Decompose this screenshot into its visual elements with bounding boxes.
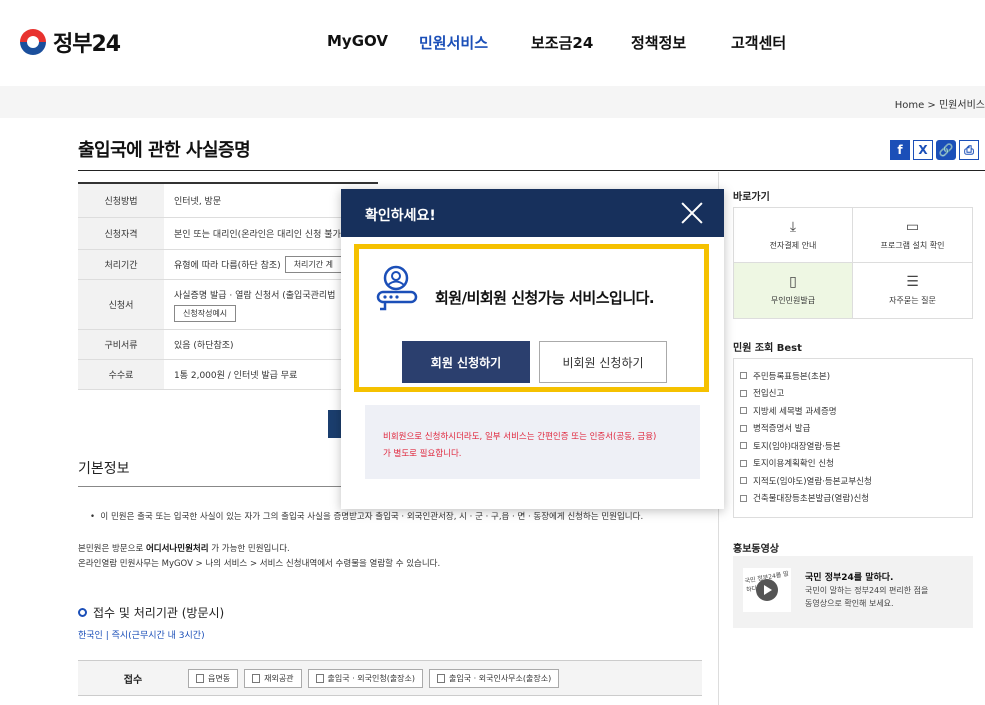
notice-message: 회원/비회원 신청가능 서비스입니다. — [435, 289, 655, 307]
table-row: 구비서류 있음 (하단참조) — [78, 330, 378, 360]
list-item[interactable]: 주민등록표등본(초본) — [740, 367, 966, 385]
quick-link-faq[interactable]: ☰ 자주묻는 질문 — [853, 263, 972, 318]
video-title: 홍보동영상 — [733, 544, 779, 555]
download-icon: ⤓ — [789, 218, 797, 235]
document-icon — [740, 477, 747, 485]
list-item[interactable]: 건축물대장등초본발급(열람)신청 — [740, 490, 966, 508]
quick-links: ⤓ 전자결제 안내 ▭ 프로그램 설치 확인 ▯ 무인민원발급 ☰ 자주묻는 질… — [733, 207, 973, 319]
site-header: 정부24 MyGOV 민원서비스 보조금24 정책정보 고객센터 — [0, 0, 985, 86]
link-icon[interactable]: 🔗 — [936, 140, 956, 160]
share-buttons: f X 🔗 ⎙ — [890, 140, 979, 160]
nav-subsidy[interactable]: 보조금24 — [531, 32, 593, 53]
table-row: 신청자격 본인 또는 대리인(온라인은 대리인 신청 불가 — [78, 218, 378, 250]
nav-policy[interactable]: 정책정보 — [631, 32, 686, 53]
auth-warning: 비회원으로 신청하시더라도, 일부 서비스는 간편인증 또는 인증서(공동, 금… — [365, 405, 700, 479]
basic-info-title: 기본정보 — [78, 461, 130, 477]
info-table: 신청방법 인터넷, 방문 신청자격 본인 또는 대리인(온라인은 대리인 신청 … — [78, 182, 378, 390]
row-label: 처리기간 — [78, 250, 164, 279]
page-title: 출입국에 관한 사실증명 — [78, 140, 251, 161]
reception-label: 접수 — [123, 674, 143, 686]
member-user-icon — [376, 265, 418, 311]
row-value: 있음 (하단참조) — [174, 341, 234, 351]
faq-icon: ☰ — [906, 274, 919, 290]
building-icon — [252, 673, 261, 683]
row-label: 구비서류 — [78, 330, 164, 359]
row-label: 수수료 — [78, 360, 164, 389]
processing-time-button[interactable]: 처리기간 계 — [284, 256, 343, 273]
nav-customer-center[interactable]: 고객센터 — [731, 32, 786, 53]
reception-chip[interactable]: 읍면동 — [188, 668, 239, 688]
building-icon — [437, 673, 446, 683]
list-item[interactable]: 토지이용계획확인 신청 — [740, 455, 966, 473]
row-value: 유형에 따라 다름(하단 참조) — [174, 261, 281, 271]
basic-info-paragraph: 본민원은 방문으로 어디서나민원처리 가 가능한 민원입니다. 온라인열람 민원… — [78, 544, 441, 569]
table-row: 신청서 사실증명 발급 · 열람 신청서 (출입국관리법 신청작성예시 — [78, 280, 378, 330]
document-icon — [740, 442, 747, 450]
facebook-icon[interactable]: f — [890, 140, 910, 160]
list-item[interactable]: 지적도(임야도)열람·등본교부신청 — [740, 472, 966, 490]
guest-apply-button[interactable]: 비회원 신청하기 — [539, 341, 667, 383]
print-icon[interactable]: ⎙ — [959, 140, 979, 160]
modal-header: 확인하세요! — [341, 189, 724, 237]
play-icon[interactable] — [756, 579, 778, 601]
document-icon — [740, 407, 747, 415]
form-example-button[interactable]: 신청작성예시 — [174, 304, 237, 322]
quick-link-payment[interactable]: ⤓ 전자결제 안내 — [734, 208, 853, 263]
nav-civil-service[interactable]: 민원서비스 — [419, 32, 488, 53]
video-description: 국민이 말하는 정부24의 편리한 점을 동영상으로 확인해 보세요. — [805, 586, 929, 608]
reception-chip[interactable]: 출입국 · 외국인사무소(출장소) — [429, 668, 560, 688]
table-row: 처리기간 유형에 따라 다름(하단 참조) 처리기간 계 — [78, 250, 378, 280]
title-divider — [78, 170, 985, 171]
reception-chip[interactable]: 재외공관 — [244, 668, 302, 688]
building-icon — [196, 673, 204, 683]
quick-link-program-check[interactable]: ▭ 프로그램 설치 확인 — [853, 208, 972, 263]
document-icon — [740, 459, 747, 467]
building-icon — [315, 673, 324, 683]
member-notice: 회원/비회원 신청가능 서비스입니다. 회원 신청하기 비회원 신청하기 — [354, 244, 709, 392]
modal-title: 확인하세요! — [365, 208, 436, 224]
document-icon — [740, 389, 747, 397]
row-label: 신청서 — [78, 280, 164, 329]
row-label: 신청자격 — [78, 218, 164, 249]
monitor-icon: ▭ — [905, 218, 920, 235]
breadcrumb[interactable]: Home > 민원서비스 — [895, 96, 985, 111]
document-icon — [740, 424, 747, 432]
document-icon — [740, 494, 747, 502]
best-title: 민원 조회 Best — [733, 343, 802, 354]
member-apply-button[interactable]: 회원 신청하기 — [402, 341, 530, 383]
reception-title: 접수 및 처리기관 (방문시) — [78, 604, 224, 621]
kiosk-icon: ▯ — [789, 274, 797, 290]
video-thumbnail[interactable]: 국민 정부24를 말하다 — [743, 568, 791, 612]
row-value: 인터넷, 방문 — [174, 197, 222, 207]
confirm-modal: 확인하세요! 회원/비회원 신청가능 서비스입니다. 회원 신청하기 비회원 신… — [341, 189, 724, 509]
nav-mygov[interactable]: MyGOV — [327, 32, 388, 50]
circle-bullet-icon — [78, 608, 87, 617]
row-value: 1통 2,000원 / 인터넷 발급 무료 — [174, 371, 298, 381]
quick-link-kiosk[interactable]: ▯ 무인민원발급 — [734, 263, 853, 318]
table-row: 수수료 1통 2,000원 / 인터넷 발급 무료 — [78, 360, 378, 390]
promo-video[interactable]: 국민 정부24를 말하다 국민 정부24를 말하다. 국민이 말하는 정부24의… — [733, 556, 973, 628]
row-value: 사실증명 발급 · 열람 신청서 (출입국관리법 — [174, 290, 336, 301]
list-item[interactable]: 토지(임야)대장열람·등본 — [740, 437, 966, 455]
video-heading: 국민 정부24를 말하다. — [805, 573, 894, 583]
reception-row: 접수 읍면동 재외공관 출입국 · 외국인청(출장소) 출입국 · 외국인사무소… — [78, 660, 702, 696]
main-nav: MyGOV 민원서비스 보조금24 정책정보 고객센터 — [0, 32, 985, 54]
basic-info-bullet: • 이 민원은 출국 또는 입국한 사실이 있는 자가 그의 출입국 사실을 증… — [90, 512, 644, 522]
reception-chip[interactable]: 출입국 · 외국인청(출장소) — [307, 668, 424, 688]
apply-button-partial[interactable] — [328, 410, 342, 438]
breadcrumb-bar — [0, 86, 985, 118]
x-icon[interactable]: X — [913, 140, 933, 160]
list-item[interactable]: 전입신고 — [740, 385, 966, 403]
reception-summary: 한국인 | 즉시(근무시간 내 3시간) — [78, 631, 205, 641]
list-item[interactable]: 지방세 세목별 과세증명 — [740, 402, 966, 420]
list-item[interactable]: 병적증명서 발급 — [740, 420, 966, 438]
row-label: 신청방법 — [78, 184, 164, 217]
table-row: 신청방법 인터넷, 방문 — [78, 184, 378, 218]
document-icon — [740, 372, 747, 380]
close-icon[interactable] — [680, 201, 704, 225]
row-value: 본인 또는 대리인(온라인은 대리인 신청 불가 — [174, 230, 341, 240]
best-list: 주민등록표등본(초본) 전입신고 지방세 세목별 과세증명 병적증명서 발급 토… — [733, 358, 973, 518]
quick-links-title: 바로가기 — [733, 192, 770, 203]
